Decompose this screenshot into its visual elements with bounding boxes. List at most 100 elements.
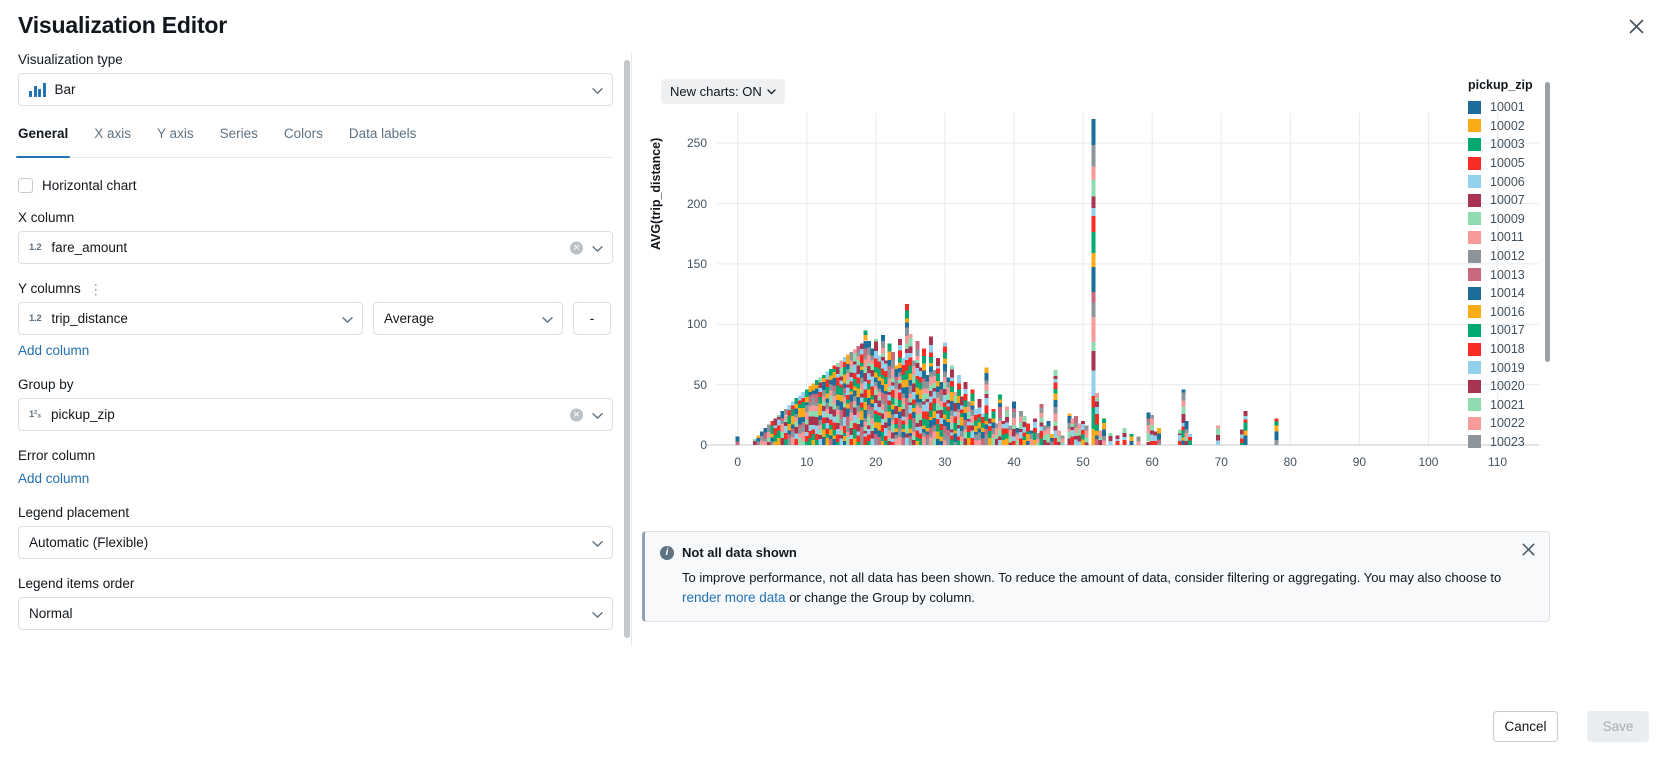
legend-item-label: 10023 (1490, 434, 1525, 449)
x-column-label: X column (18, 210, 75, 225)
legend-item[interactable]: 10019 (1468, 358, 1588, 377)
x-axis-tick-label: 40 (1007, 455, 1021, 469)
tab-colors[interactable]: Colors (284, 126, 323, 157)
info-icon: i (660, 545, 674, 560)
render-more-data-link[interactable]: render more data (682, 588, 786, 608)
tab-x-axis[interactable]: X axis (94, 126, 131, 157)
legend-item[interactable]: 10002 (1468, 117, 1588, 136)
group-by-label: Group by (18, 377, 74, 392)
close-icon[interactable] (1623, 13, 1649, 39)
cancel-button[interactable]: Cancel (1493, 711, 1558, 742)
legend-color-swatch (1468, 323, 1481, 337)
legend-items-order-label: Legend items order (18, 576, 135, 591)
legend-item-label: 10018 (1490, 342, 1525, 357)
visualization-type-select[interactable]: Bar (18, 73, 613, 106)
banner-text-part1: To improve performance, not all data has… (682, 570, 1502, 585)
legend-item-label: 10013 (1490, 267, 1525, 282)
visualization-editor-dialog: Visualization Editor Visualization type … (0, 0, 1671, 763)
legend-color-swatch (1468, 212, 1481, 226)
bar-chart-icon (29, 82, 46, 97)
legend-color-swatch (1468, 119, 1481, 133)
legend-item[interactable]: 10020 (1468, 377, 1588, 396)
banner-title: Not all data shown (682, 545, 797, 560)
legend-item[interactable]: 10016 (1468, 303, 1588, 322)
legend-color-swatch (1468, 416, 1481, 430)
legend-color-swatch (1468, 435, 1481, 449)
legend-item[interactable]: 10005 (1468, 154, 1588, 173)
new-charts-toggle[interactable]: New charts: ON (661, 79, 785, 104)
banner-text-part2: or change the Group by column. (789, 589, 975, 605)
legend-item[interactable]: 10009 (1468, 210, 1588, 229)
group-by-select[interactable]: 1²₃ pickup_zip ✕ (18, 398, 613, 431)
legend-item-label: 10007 (1490, 193, 1525, 208)
y-column-value: trip_distance (51, 311, 128, 326)
y-axis-tick-label: 0 (700, 438, 707, 452)
legend-item[interactable]: 10014 (1468, 284, 1588, 303)
x-column-select[interactable]: 1.2 fare_amount ✕ (18, 231, 613, 264)
legend-items-order-select[interactable]: Normal (18, 597, 613, 630)
legend-item[interactable]: 10001 (1468, 98, 1588, 117)
banner-title-row: i Not all data shown (660, 545, 1533, 560)
legend-item[interactable]: 10011 (1468, 228, 1588, 247)
y-column-select[interactable]: 1.2 trip_distance (18, 302, 363, 335)
clear-icon[interactable]: ✕ (570, 241, 583, 254)
legend-item-label: 10003 (1490, 137, 1525, 152)
tab-general[interactable]: General (15, 126, 71, 158)
x-axis-tick-label: 0 (734, 455, 742, 469)
chart-svg (707, 113, 1539, 446)
legend-item-label: 10005 (1490, 156, 1525, 171)
clear-icon[interactable]: ✕ (570, 408, 583, 421)
legend-color-swatch (1468, 286, 1481, 300)
legend-item[interactable]: 10023 (1468, 433, 1588, 452)
chevron-down-icon (592, 82, 603, 97)
y-aggregation-select[interactable]: Average (373, 302, 563, 335)
legend-item[interactable]: 10003 (1468, 135, 1588, 154)
legend-placement-select[interactable]: Automatic (Flexible) (18, 526, 613, 559)
legend-color-swatch (1468, 230, 1481, 244)
legend-item[interactable]: 10021 (1468, 396, 1588, 415)
remove-y-column-button[interactable]: - (573, 302, 611, 335)
tab-series[interactable]: Series (220, 126, 258, 157)
legend-color-swatch (1468, 175, 1481, 189)
string-type-icon: 1²₃ (29, 409, 41, 420)
add-y-column-link[interactable]: Add column (18, 343, 89, 358)
legend-item[interactable]: 10006 (1468, 172, 1588, 191)
y-axis-title: AVG(trip_distance) (649, 137, 663, 250)
legend-item[interactable]: 10018 (1468, 340, 1588, 359)
legend-item[interactable]: 10013 (1468, 265, 1588, 284)
horizontal-chart-checkbox[interactable] (18, 178, 33, 193)
numeric-type-icon: 1.2 (29, 242, 42, 253)
legend-item[interactable]: 10012 (1468, 247, 1588, 266)
x-axis-tick-label: 60 (1145, 455, 1159, 469)
y-columns-options-icon[interactable]: ⋮ (89, 282, 103, 296)
y-columns-label: Y columns (18, 281, 81, 296)
close-icon[interactable] (1522, 543, 1538, 559)
x-axis-tick-label: 30 (938, 455, 952, 469)
y-axis-tick-label: 150 (686, 256, 707, 271)
chevron-down-icon (592, 407, 603, 422)
new-charts-label: New charts: ON (670, 84, 762, 99)
legend-color-swatch (1468, 342, 1481, 356)
page-title: Visualization Editor (18, 12, 227, 38)
legend-item[interactable]: 10017 (1468, 321, 1588, 340)
x-axis-tick-label: 90 (1352, 455, 1367, 469)
legend-item[interactable]: 10007 (1468, 191, 1588, 210)
y-axis-tick-label: 200 (686, 196, 707, 211)
tab-data-labels[interactable]: Data labels (349, 126, 417, 157)
group-by-field: Group by 1²₃ pickup_zip ✕ (18, 377, 613, 431)
legend-color-swatch (1468, 361, 1481, 375)
horizontal-chart-row[interactable]: Horizontal chart (18, 178, 613, 193)
legend-title: pickup_zip (1468, 78, 1533, 92)
legend-item[interactable]: 10022 (1468, 414, 1588, 433)
legend-item-label: 10009 (1490, 211, 1525, 226)
settings-panel-scrollbar[interactable] (624, 60, 630, 638)
chevron-down-icon (342, 311, 353, 326)
add-error-column-link[interactable]: Add column (18, 471, 89, 486)
legend-scrollbar[interactable] (1545, 82, 1550, 362)
legend-items-order-field: Legend items order Normal (18, 576, 613, 630)
legend-item-label: 10006 (1490, 174, 1525, 189)
numeric-type-icon: 1.2 (29, 313, 42, 324)
legend-color-swatch (1468, 305, 1481, 319)
tab-y-axis[interactable]: Y axis (157, 126, 194, 157)
legend-item-label: 10016 (1490, 304, 1525, 319)
